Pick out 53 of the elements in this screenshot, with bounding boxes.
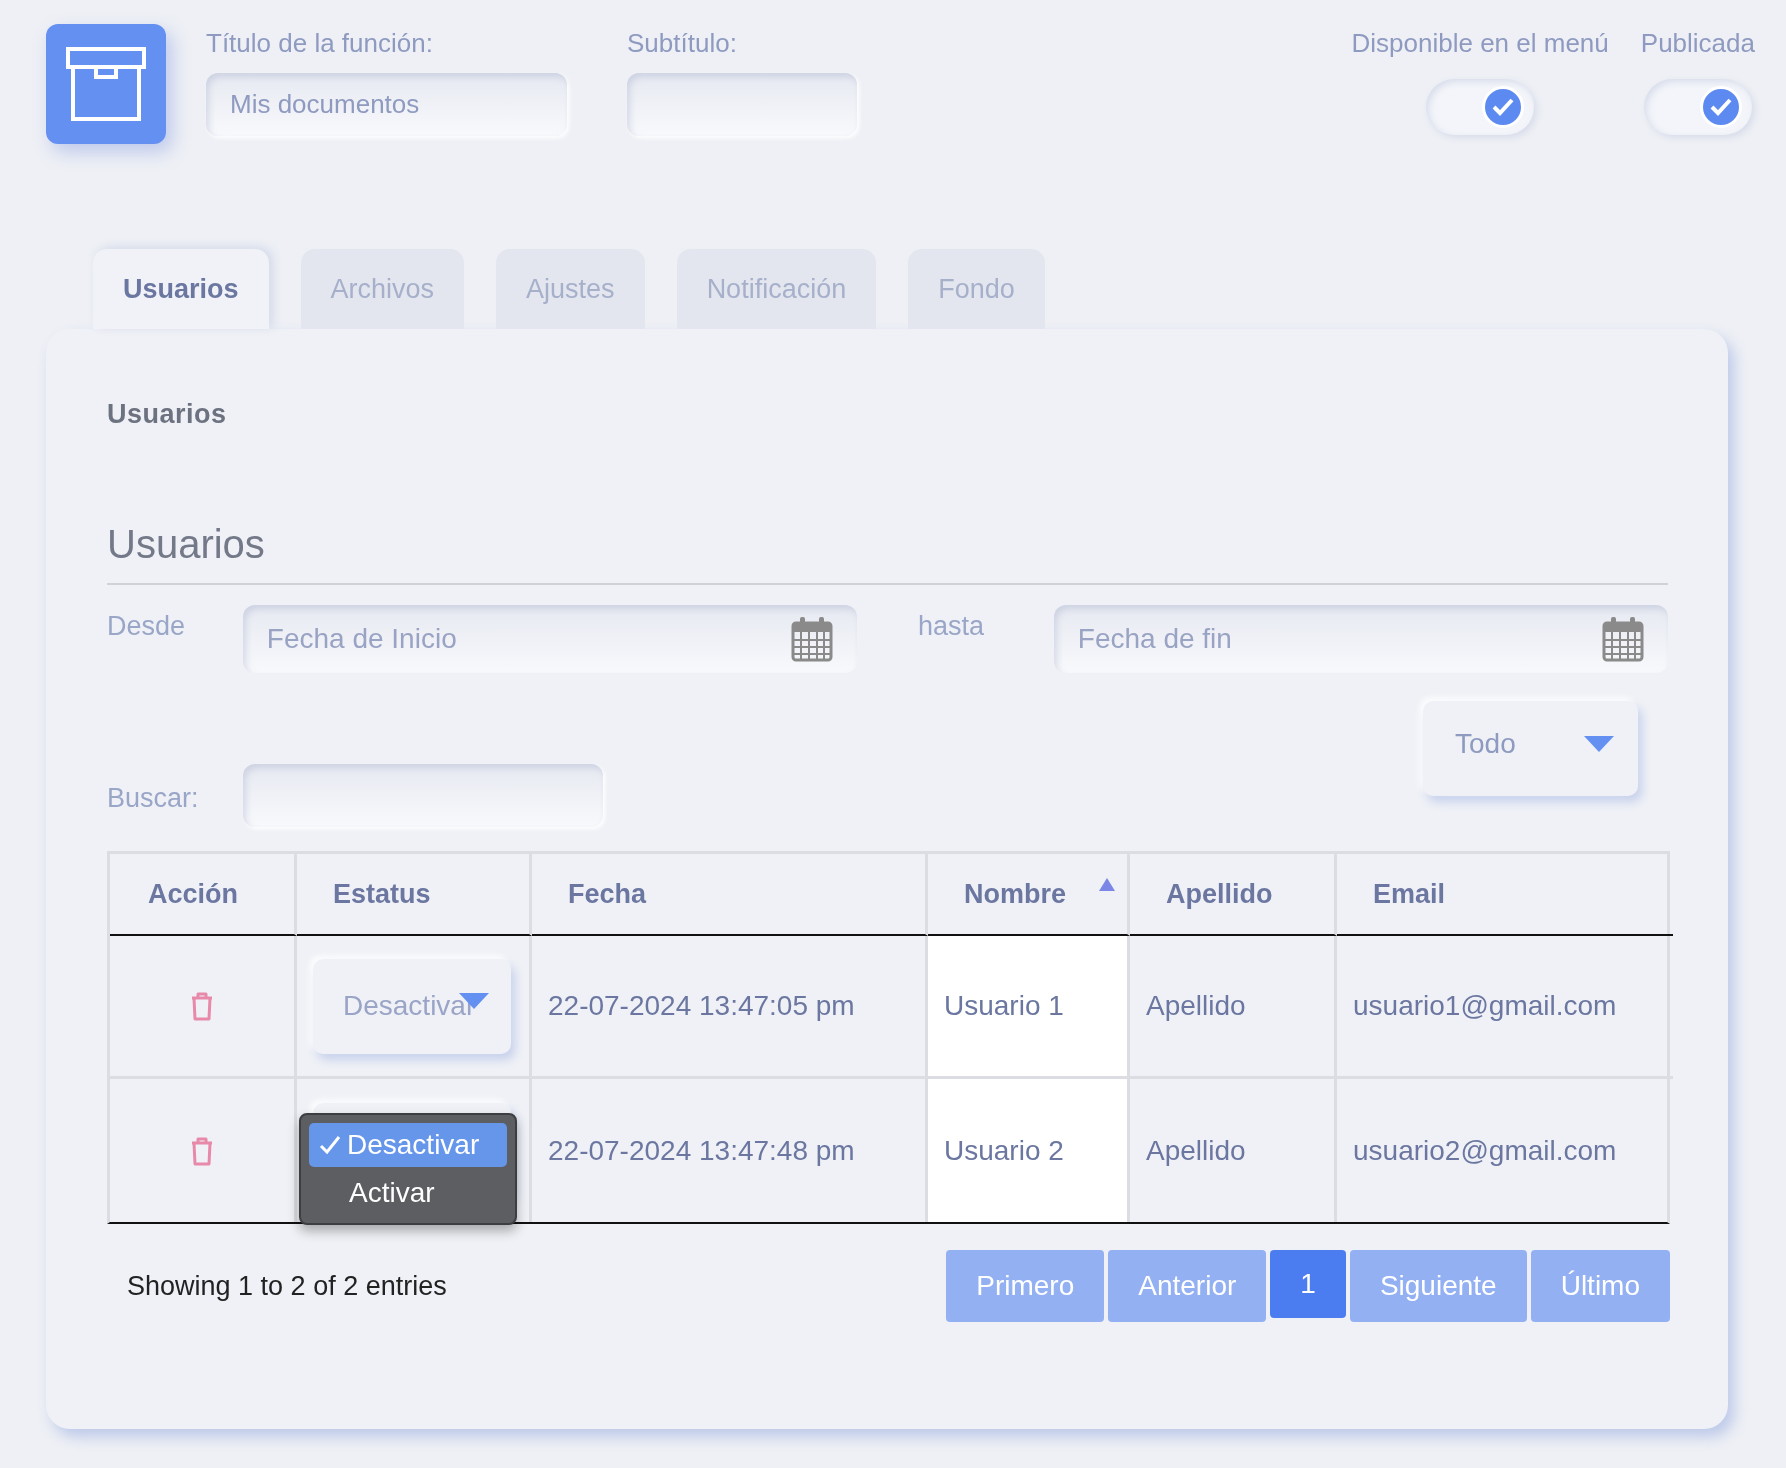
page-button[interactable]: Anterior [1108, 1250, 1267, 1322]
date-label: hasta [917, 610, 986, 642]
calendar-icon[interactable] [791, 616, 833, 662]
table-cell: Apellido [1146, 1134, 1246, 1167]
page-button[interactable]: 1 [1270, 1250, 1346, 1318]
tab[interactable]: Archivos [300, 249, 465, 329]
end-date-field[interactable]: Fecha de fin [1053, 605, 1668, 673]
box-icon [46, 24, 166, 144]
menu-option[interactable]: Activar [309, 1171, 507, 1215]
column-header[interactable]: Estatus [297, 854, 532, 936]
column-header[interactable]: Email [1337, 854, 1673, 936]
table-cell: Usuario 2 [944, 1134, 1064, 1167]
subtitle-input[interactable] [627, 73, 857, 136]
menu-option[interactable]: Desactivar [309, 1123, 507, 1167]
entries-info: Showing 1 to 2 of 2 entries [127, 1270, 447, 1302]
section-title: Usuarios [107, 522, 1668, 585]
tab[interactable]: Ajustes [496, 249, 645, 329]
search-field[interactable] [243, 764, 603, 827]
check-icon [1708, 97, 1733, 117]
page-button[interactable]: Siguiente [1349, 1250, 1527, 1322]
tab[interactable]: Usuarios [93, 249, 269, 329]
check-icon [1491, 97, 1516, 117]
panel-heading: Usuarios [107, 399, 228, 430]
page-button[interactable]: Último [1530, 1250, 1670, 1322]
field-label: Subtítulo: [627, 28, 738, 59]
title-input[interactable]: Mis documentos [206, 73, 567, 136]
search-label: Buscar: [107, 782, 200, 814]
table-cell: usuario1@gmail.com [1353, 990, 1617, 1022]
date-label: Desde [107, 610, 187, 642]
table-cell: usuario2@gmail.com [1353, 1134, 1617, 1167]
start-date-field[interactable]: Fecha de Inicio [242, 605, 857, 673]
column-header[interactable]: Apellido [1130, 854, 1337, 936]
toggle-label: Disponible en el menú [1351, 28, 1609, 59]
tab[interactable]: Fondo [908, 249, 1045, 329]
field-label: Título de la función: [206, 28, 434, 59]
filter-select[interactable]: Todo [1423, 701, 1638, 796]
table-cell: 22-07-2024 13:47:48 pm [548, 1134, 855, 1167]
toggle-label: Publicada [1640, 28, 1755, 59]
check-icon [319, 1135, 341, 1155]
status-select[interactable]: Desactivar [313, 958, 511, 1054]
table-cell: Usuario 1 [944, 990, 1064, 1022]
table-cell: Apellido [1146, 990, 1246, 1022]
trash-icon[interactable] [190, 1135, 214, 1166]
page-button[interactable]: Primero [946, 1250, 1105, 1322]
calendar-icon[interactable] [1602, 616, 1644, 662]
column-header[interactable]: Acción [110, 854, 297, 936]
toggle-switch[interactable] [1426, 79, 1535, 135]
table-cell: 22-07-2024 13:47:05 pm [548, 990, 855, 1022]
toggle-switch[interactable] [1643, 79, 1752, 135]
trash-icon[interactable] [190, 991, 214, 1021]
column-header[interactable]: Fecha [532, 854, 928, 936]
caret-icon [1584, 735, 1614, 752]
tab[interactable]: Notificación [676, 249, 877, 329]
